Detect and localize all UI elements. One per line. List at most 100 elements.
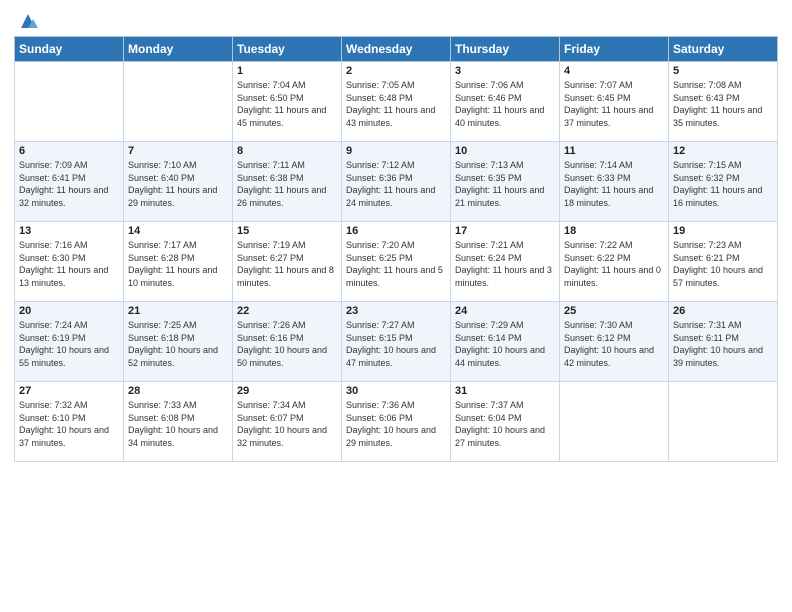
day-info: Sunrise: 7:17 AMSunset: 6:28 PMDaylight:… — [128, 239, 228, 289]
calendar-cell: 31 Sunrise: 7:37 AMSunset: 6:04 PMDayligh… — [451, 382, 560, 462]
day-info: Sunrise: 7:23 AMSunset: 6:21 PMDaylight:… — [673, 239, 773, 289]
calendar-cell: 14 Sunrise: 7:17 AMSunset: 6:28 PMDayligh… — [124, 222, 233, 302]
calendar-cell: 3 Sunrise: 7:06 AMSunset: 6:46 PMDaylight… — [451, 62, 560, 142]
day-info: Sunrise: 7:09 AMSunset: 6:41 PMDaylight:… — [19, 159, 119, 209]
day-number: 27 — [19, 385, 119, 397]
day-number: 31 — [455, 385, 555, 397]
calendar-header-sunday: Sunday — [15, 37, 124, 62]
calendar-header-monday: Monday — [124, 37, 233, 62]
day-number: 1 — [237, 65, 337, 77]
day-number: 26 — [673, 305, 773, 317]
calendar-cell: 6 Sunrise: 7:09 AMSunset: 6:41 PMDaylight… — [15, 142, 124, 222]
calendar-week-row: 6 Sunrise: 7:09 AMSunset: 6:41 PMDaylight… — [15, 142, 778, 222]
day-number: 29 — [237, 385, 337, 397]
day-number: 24 — [455, 305, 555, 317]
calendar-week-row: 13 Sunrise: 7:16 AMSunset: 6:30 PMDayligh… — [15, 222, 778, 302]
day-info: Sunrise: 7:12 AMSunset: 6:36 PMDaylight:… — [346, 159, 446, 209]
day-number: 3 — [455, 65, 555, 77]
calendar-cell: 12 Sunrise: 7:15 AMSunset: 6:32 PMDayligh… — [669, 142, 778, 222]
day-number: 18 — [564, 225, 664, 237]
calendar-cell: 16 Sunrise: 7:20 AMSunset: 6:25 PMDayligh… — [342, 222, 451, 302]
day-number: 14 — [128, 225, 228, 237]
day-number: 6 — [19, 145, 119, 157]
day-info: Sunrise: 7:34 AMSunset: 6:07 PMDaylight:… — [237, 399, 337, 449]
calendar-cell: 28Sunrise: 7:33 AMSunset: 6:08 PMDayligh… — [124, 382, 233, 462]
logo — [14, 10, 39, 32]
day-number: 21 — [128, 305, 228, 317]
day-info: Sunrise: 7:19 AMSunset: 6:27 PMDaylight:… — [237, 239, 337, 289]
calendar-header-row: SundayMondayTuesdayWednesdayThursdayFrid… — [15, 37, 778, 62]
calendar-cell: 29 Sunrise: 7:34 AMSunset: 6:07 PMDayligh… — [233, 382, 342, 462]
calendar-table: SundayMondayTuesdayWednesdayThursdayFrid… — [14, 36, 778, 462]
calendar-cell: 17 Sunrise: 7:21 AMSunset: 6:24 PMDayligh… — [451, 222, 560, 302]
day-info: Sunrise: 7:06 AMSunset: 6:46 PMDaylight:… — [455, 79, 555, 129]
day-info: Sunrise: 7:10 AMSunset: 6:40 PMDaylight:… — [128, 159, 228, 209]
day-info: Sunrise: 7:24 AMSunset: 6:19 PMDaylight:… — [19, 319, 119, 369]
logo-icon — [17, 10, 39, 32]
calendar-cell: 9 Sunrise: 7:12 AMSunset: 6:36 PMDaylight… — [342, 142, 451, 222]
calendar-cell: 7 Sunrise: 7:10 AMSunset: 6:40 PMDaylight… — [124, 142, 233, 222]
day-number: 7 — [128, 145, 228, 157]
day-number: 20 — [19, 305, 119, 317]
day-number: 16 — [346, 225, 446, 237]
day-info: Sunrise: 7:26 AMSunset: 6:16 PMDaylight:… — [237, 319, 337, 369]
calendar-cell: 19 Sunrise: 7:23 AMSunset: 6:21 PMDayligh… — [669, 222, 778, 302]
day-number: 22 — [237, 305, 337, 317]
calendar-cell: 1Sunrise: 7:04 AMSunset: 6:50 PMDaylight… — [233, 62, 342, 142]
calendar-cell — [560, 382, 669, 462]
calendar-cell: 13 Sunrise: 7:16 AMSunset: 6:30 PMDayligh… — [15, 222, 124, 302]
calendar-week-row: 20 Sunrise: 7:24 AMSunset: 6:19 PMDayligh… — [15, 302, 778, 382]
calendar-week-row: 27 Sunrise: 7:32 AMSunset: 6:10 PMDayligh… — [15, 382, 778, 462]
calendar-cell: 22 Sunrise: 7:26 AMSunset: 6:16 PMDayligh… — [233, 302, 342, 382]
calendar-cell: 18 Sunrise: 7:22 AMSunset: 6:22 PMDayligh… — [560, 222, 669, 302]
day-info: Sunrise: 7:21 AMSunset: 6:24 PMDaylight:… — [455, 239, 555, 289]
day-info: Sunrise: 7:30 AMSunset: 6:12 PMDaylight:… — [564, 319, 664, 369]
day-info: Sunrise: 7:32 AMSunset: 6:10 PMDaylight:… — [19, 399, 119, 449]
calendar-week-row: 1Sunrise: 7:04 AMSunset: 6:50 PMDaylight… — [15, 62, 778, 142]
calendar-cell — [124, 62, 233, 142]
day-number: 23 — [346, 305, 446, 317]
day-number: 13 — [19, 225, 119, 237]
calendar-cell — [15, 62, 124, 142]
calendar-cell: 5 Sunrise: 7:08 AMSunset: 6:43 PMDaylight… — [669, 62, 778, 142]
calendar-cell: 10Sunrise: 7:13 AMSunset: 6:35 PMDayligh… — [451, 142, 560, 222]
day-number: 12 — [673, 145, 773, 157]
calendar-cell: 27 Sunrise: 7:32 AMSunset: 6:10 PMDayligh… — [15, 382, 124, 462]
day-number: 30 — [346, 385, 446, 397]
day-info: Sunrise: 7:27 AMSunset: 6:15 PMDaylight:… — [346, 319, 446, 369]
calendar-cell: 24 Sunrise: 7:29 AMSunset: 6:14 PMDayligh… — [451, 302, 560, 382]
calendar-cell: 21 Sunrise: 7:25 AMSunset: 6:18 PMDayligh… — [124, 302, 233, 382]
day-info: Sunrise: 7:31 AMSunset: 6:11 PMDaylight:… — [673, 319, 773, 369]
day-info: Sunrise: 7:36 AMSunset: 6:06 PMDaylight:… — [346, 399, 446, 449]
calendar-header-wednesday: Wednesday — [342, 37, 451, 62]
day-number: 4 — [564, 65, 664, 77]
day-info: Sunrise: 7:07 AMSunset: 6:45 PMDaylight:… — [564, 79, 664, 129]
calendar-header-thursday: Thursday — [451, 37, 560, 62]
day-number: 11 — [564, 145, 664, 157]
day-info: Sunrise: 7:15 AMSunset: 6:32 PMDaylight:… — [673, 159, 773, 209]
day-info: Sunrise: 7:29 AMSunset: 6:14 PMDaylight:… — [455, 319, 555, 369]
calendar-header-tuesday: Tuesday — [233, 37, 342, 62]
page: SundayMondayTuesdayWednesdayThursdayFrid… — [0, 0, 792, 470]
day-info: Sunrise: 7:20 AMSunset: 6:25 PMDaylight:… — [346, 239, 446, 289]
day-number: 2 — [346, 65, 446, 77]
day-info: Sunrise: 7:11 AMSunset: 6:38 PMDaylight:… — [237, 159, 337, 209]
day-number: 17 — [455, 225, 555, 237]
day-info: Sunrise: 7:22 AMSunset: 6:22 PMDaylight:… — [564, 239, 664, 289]
day-number: 25 — [564, 305, 664, 317]
day-info: Sunrise: 7:14 AMSunset: 6:33 PMDaylight:… — [564, 159, 664, 209]
calendar-cell: 25 Sunrise: 7:30 AMSunset: 6:12 PMDayligh… — [560, 302, 669, 382]
day-number: 5 — [673, 65, 773, 77]
day-number: 19 — [673, 225, 773, 237]
day-info: Sunrise: 7:08 AMSunset: 6:43 PMDaylight:… — [673, 79, 773, 129]
day-number: 15 — [237, 225, 337, 237]
day-number: 10 — [455, 145, 555, 157]
day-number: 9 — [346, 145, 446, 157]
day-info: Sunrise: 7:37 AMSunset: 6:04 PMDaylight:… — [455, 399, 555, 449]
day-info: Sunrise: 7:25 AMSunset: 6:18 PMDaylight:… — [128, 319, 228, 369]
calendar-cell: 23 Sunrise: 7:27 AMSunset: 6:15 PMDayligh… — [342, 302, 451, 382]
calendar-cell: 26 Sunrise: 7:31 AMSunset: 6:11 PMDayligh… — [669, 302, 778, 382]
day-info: Sunrise: 7:16 AMSunset: 6:30 PMDaylight:… — [19, 239, 119, 289]
calendar-cell — [669, 382, 778, 462]
calendar-cell: 11 Sunrise: 7:14 AMSunset: 6:33 PMDayligh… — [560, 142, 669, 222]
